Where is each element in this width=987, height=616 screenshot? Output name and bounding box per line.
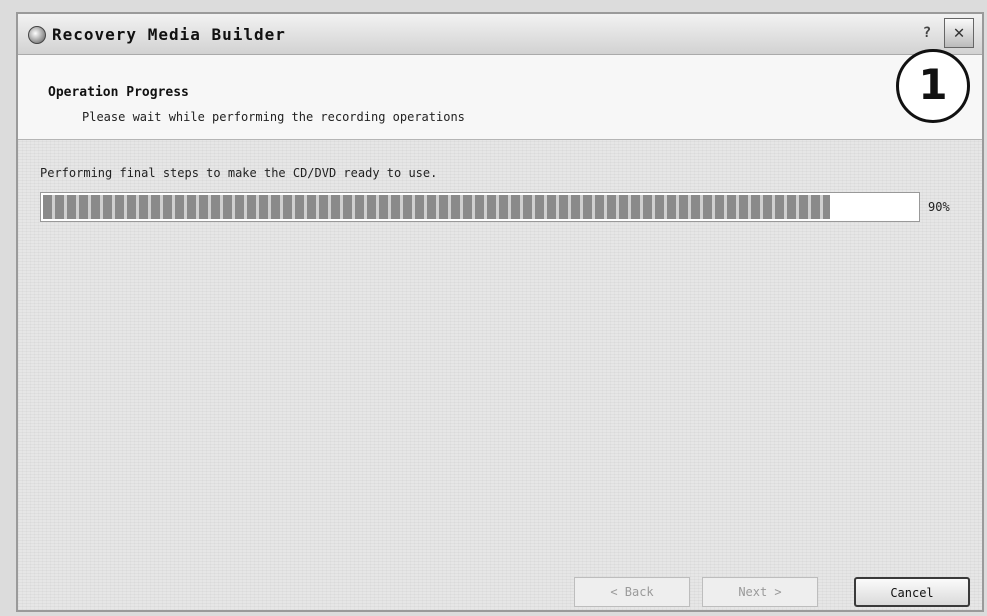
next-button[interactable]: Next > — [702, 577, 818, 607]
progress-bar — [40, 192, 920, 222]
progress-bar-fill — [43, 195, 830, 219]
header-title: Operation Progress — [48, 85, 189, 100]
close-button[interactable]: ✕ — [944, 18, 974, 48]
title-bar: Recovery Media Builder ? ✕ — [18, 14, 982, 55]
help-icon[interactable]: ? — [918, 24, 936, 42]
window-title: Recovery Media Builder — [52, 25, 286, 44]
wizard-header: Operation Progress Please wait while per… — [18, 49, 982, 140]
step-callout-badge: 1 — [896, 49, 970, 123]
recovery-media-builder-window: Recovery Media Builder ? ✕ Operation Pro… — [16, 12, 984, 612]
back-button[interactable]: < Back — [574, 577, 690, 607]
header-subtitle: Please wait while performing the recordi… — [82, 110, 465, 124]
cancel-button[interactable]: Cancel — [854, 577, 970, 607]
progress-status-text: Performing final steps to make the CD/DV… — [40, 166, 438, 180]
app-icon — [28, 26, 46, 44]
progress-percent: 90% — [928, 200, 950, 214]
